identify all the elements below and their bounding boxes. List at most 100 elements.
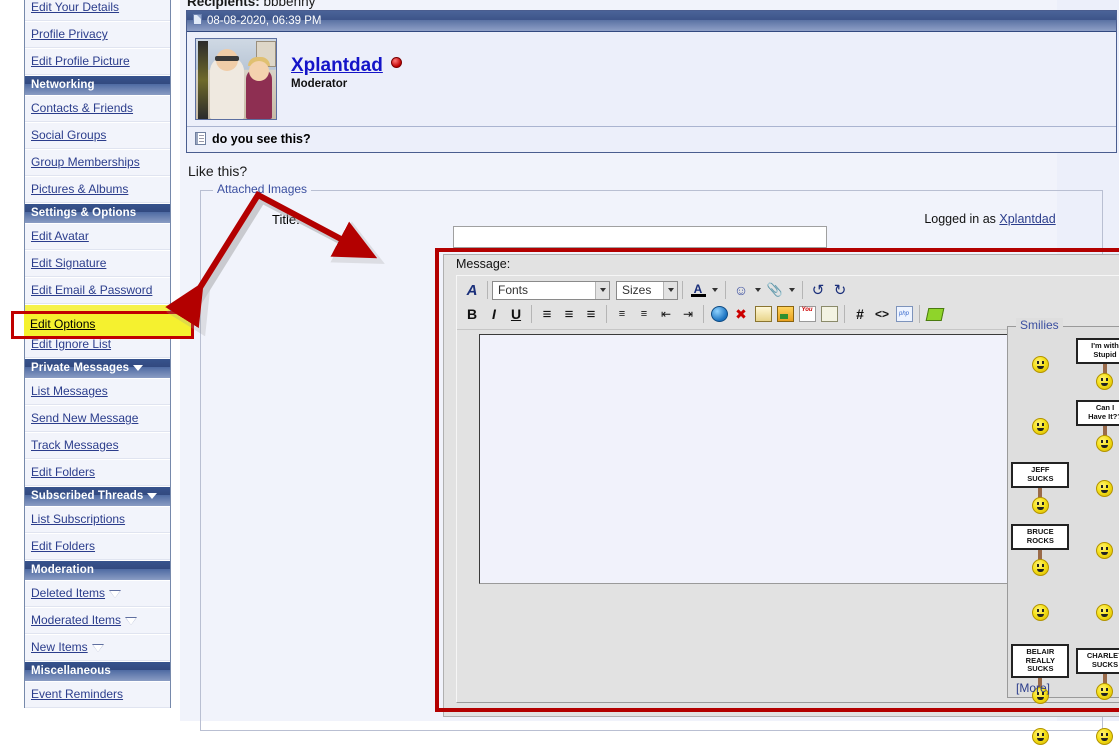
smilie-charley-sucks-sign-text: CHARLEYSUCKS <box>1075 648 1119 674</box>
sidebar-header-settings-options: Settings & Options <box>25 203 170 223</box>
smilie-can-i-have-it[interactable]: Can I Have It?? <box>1075 400 1119 452</box>
smilie-jeff-sucks[interactable]: JEFF SUCKS <box>1011 462 1070 514</box>
sidebar-item-label: Group Memberships <box>31 155 140 169</box>
recipients-label: Recipients <box>187 0 256 9</box>
sidebar-item-label: Edit Ignore List <box>31 337 112 351</box>
smilie-surprised[interactable] <box>1096 479 1114 497</box>
align-left-button[interactable]: ≡ <box>536 304 558 325</box>
post-date-text: 08-08-2020, 06:39 PM <box>207 15 322 27</box>
sidebar-item-list-messages[interactable]: List Messages <box>25 378 170 405</box>
bold-button[interactable]: B <box>461 304 483 325</box>
online-status-icon <box>390 57 402 68</box>
sidebar-item-label: Moderated Items <box>31 613 122 627</box>
sidebar-item-moderated-items[interactable]: Moderated Items <box>25 607 170 634</box>
smilie-icon[interactable]: ☺ <box>730 280 752 301</box>
sidebar-item-label: Contacts & Friends <box>31 101 134 115</box>
sidebar-item-edit-avatar[interactable]: Edit Avatar <box>25 223 170 250</box>
italic-button[interactable]: I <box>483 304 505 325</box>
smilie-dropdown-icon[interactable] <box>752 281 764 299</box>
attachment-paperclip-icon[interactable]: 📎 <box>764 280 786 301</box>
post-message-text: Like this? <box>188 163 248 179</box>
logged-in-username-link[interactable]: Xplantdad <box>999 212 1055 226</box>
sidebar-item-edit-folders[interactable]: Edit Folders <box>25 459 170 486</box>
font-color-icon[interactable]: A <box>687 280 709 301</box>
insert-php-icon[interactable]: php <box>893 304 915 325</box>
insert-video-icon[interactable]: You <box>796 304 818 325</box>
sidebar-item-label: Social Groups <box>31 128 107 142</box>
sidebar-item-send-new-message[interactable]: Send New Message <box>25 405 170 432</box>
sidebar-item-edit-email-password[interactable]: Edit Email & Password <box>25 277 170 304</box>
sidebar-item-list-subscriptions[interactable]: List Subscriptions <box>25 506 170 533</box>
sidebar-header-label: Moderation <box>31 564 94 576</box>
align-center-button[interactable]: ≡ <box>558 304 580 325</box>
font-color-dropdown-icon[interactable] <box>709 281 721 299</box>
insert-email-icon[interactable] <box>752 304 774 325</box>
sidebar-item-edit-profile-picture[interactable]: Edit Profile Picture <box>25 48 170 75</box>
editor-toolbar-row-1: A Fonts Sizes A ☺ 📎 ↺ ↻ <box>461 279 1119 301</box>
smilie-hug[interactable] <box>1096 541 1114 559</box>
insert-code-icon[interactable]: # <box>849 304 871 325</box>
remove-formatting-icon[interactable]: A <box>461 280 483 301</box>
message-textarea[interactable] <box>479 334 1025 584</box>
sidebar-item-label: Edit Signature <box>31 256 107 270</box>
sidebar-item-label: Edit Avatar <box>31 229 89 243</box>
smilie-pray[interactable] <box>1031 417 1049 435</box>
post-subject-text: do you see this? <box>212 132 311 146</box>
recipients-value: bbbenny <box>263 0 316 9</box>
sidebar-item-deleted-items[interactable]: Deleted Items <box>25 580 170 607</box>
unordered-list-button[interactable]: ≡ <box>633 304 655 325</box>
smilie-im-with-stupid[interactable]: I'm with Stupid <box>1075 338 1119 390</box>
attachment-dropdown-icon[interactable] <box>786 281 798 299</box>
recipients-separator: : <box>255 0 264 9</box>
sidebar-item-pictures-albums[interactable]: Pictures & Albums <box>25 176 170 203</box>
smilie-eek[interactable] <box>1031 603 1049 621</box>
align-right-button[interactable]: ≡ <box>580 304 602 325</box>
sidebar-item-edit-folders[interactable]: Edit Folders <box>25 533 170 560</box>
outdent-button[interactable]: ⇤ <box>655 304 677 325</box>
title-input[interactable] <box>453 226 827 248</box>
smilie-confused-question[interactable] <box>1096 727 1114 745</box>
smilie-bruce-rocks[interactable]: BRUCE ROCKS <box>1011 524 1070 576</box>
sidebar-item-group-memberships[interactable]: Group Memberships <box>25 149 170 176</box>
sidebar-item-edit-signature[interactable]: Edit Signature <box>25 250 170 277</box>
sidebar-header-subscribed-threads[interactable]: Subscribed Threads <box>25 486 170 506</box>
sidebar-item-new-items[interactable]: New Items <box>25 634 170 661</box>
font-size-select[interactable]: Sizes <box>616 280 678 300</box>
sidebar-item-contacts-friends[interactable]: Contacts & Friends <box>25 95 170 122</box>
logged-in-prefix: Logged in as <box>924 212 1000 226</box>
smilie-confused[interactable] <box>1031 355 1049 373</box>
sidebar-item-label: Track Messages <box>31 438 119 452</box>
chevron-down-outline-icon <box>125 617 138 625</box>
sidebar-item-label: Edit Folders <box>31 539 96 553</box>
wrap-quotes-icon[interactable] <box>818 304 840 325</box>
smilies-more-link[interactable]: [More] <box>1016 681 1050 695</box>
ordered-list-button[interactable]: ≡ <box>611 304 633 325</box>
indent-button[interactable]: ⇥ <box>677 304 699 325</box>
sidebar-header-private-messages[interactable]: Private Messages <box>25 358 170 378</box>
remove-link-icon[interactable]: ✖ <box>730 304 752 325</box>
title-label: Title: <box>272 212 300 227</box>
sidebar-item-label: Pictures & Albums <box>31 182 129 196</box>
smilie-charley-sucks[interactable]: CHARLEYSUCKS <box>1075 648 1119 700</box>
insert-image-icon[interactable] <box>774 304 796 325</box>
chevron-down-outline-icon <box>109 590 122 598</box>
insert-link-icon[interactable] <box>708 304 730 325</box>
font-family-select[interactable]: Fonts <box>492 280 610 300</box>
insert-html-icon[interactable]: <> <box>871 304 893 325</box>
sidebar-item-edit-your-details[interactable]: Edit Your Details <box>25 0 170 21</box>
sidebar-item-event-reminders[interactable]: Event Reminders <box>25 681 170 708</box>
underline-button[interactable]: U <box>505 304 527 325</box>
sidebar-item-profile-privacy[interactable]: Profile Privacy <box>25 21 170 48</box>
smilie-thumbsdown[interactable] <box>1096 603 1114 621</box>
redo-icon[interactable]: ↻ <box>829 280 851 301</box>
smilie-wink[interactable] <box>1031 727 1049 745</box>
undo-icon[interactable]: ↺ <box>807 280 829 301</box>
post-user-block: Xplantdad Moderator <box>291 38 402 90</box>
post-container: 08-08-2020, 06:39 PM Xplantdad Moderator… <box>186 10 1117 153</box>
post-subject-row: do you see this? <box>187 126 1116 152</box>
insert-gem-icon[interactable] <box>924 304 946 325</box>
smilie-jeff-sucks-sign-text: JEFF SUCKS <box>1011 462 1070 488</box>
sidebar-item-social-groups[interactable]: Social Groups <box>25 122 170 149</box>
username-link[interactable]: Xplantdad <box>291 55 383 76</box>
sidebar-item-track-messages[interactable]: Track Messages <box>25 432 170 459</box>
